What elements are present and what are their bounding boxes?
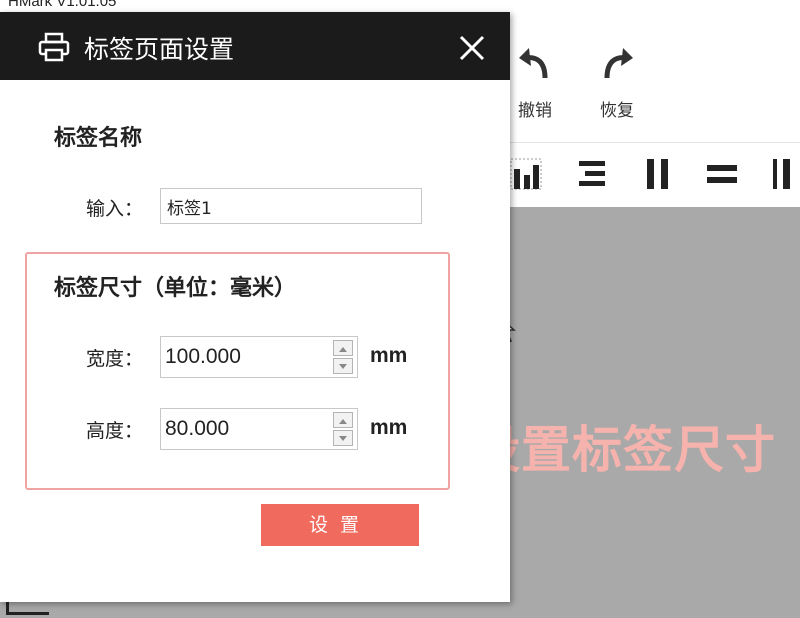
overlay-caption: 设置标签尺寸 (470, 421, 776, 479)
undo-label: 撤销 (518, 101, 552, 121)
label-size-heading: 标签尺寸（单位：毫米） (54, 276, 297, 301)
height-decrement-button[interactable] (333, 430, 353, 446)
height-input[interactable] (161, 409, 329, 449)
width-input[interactable] (161, 337, 329, 377)
triangle-down-icon (339, 364, 347, 369)
align-bottom-icon[interactable] (509, 157, 543, 191)
printer-icon (38, 32, 70, 62)
set-button[interactable]: 设置 (261, 504, 419, 546)
redo-button[interactable]: 恢复 (587, 44, 647, 121)
canvas-strip (0, 600, 505, 618)
triangle-down-icon (339, 436, 347, 441)
distribute-horizontal-icon[interactable] (641, 157, 675, 191)
height-spin-buttons (333, 412, 353, 446)
redo-label: 恢复 (600, 101, 634, 121)
label-name-heading: 标签名称 (54, 126, 143, 151)
triangle-up-icon (339, 347, 347, 352)
label-name-input[interactable] (160, 188, 422, 224)
distribute-vertical-icon[interactable] (705, 157, 739, 191)
width-spin-buttons (333, 340, 353, 374)
width-label: 宽度： (86, 348, 144, 370)
undo-arrow-icon (519, 48, 548, 79)
width-decrement-button[interactable] (333, 358, 353, 374)
app-title: HMark V1.01.05 (8, 0, 117, 10)
label-page-settings-dialog: 标签页面设置 标签名称 输入： 标签尺寸（单位：毫米） 宽度： mm 高度： (0, 12, 510, 602)
alignment-toolbar (505, 145, 800, 207)
height-increment-button[interactable] (333, 412, 353, 428)
dialog-header: 标签页面设置 (0, 12, 510, 80)
undo-button[interactable]: 撤销 (505, 44, 565, 121)
close-icon[interactable] (456, 32, 488, 64)
width-stepper[interactable] (160, 336, 358, 378)
height-stepper[interactable] (160, 408, 358, 450)
height-label: 高度： (86, 420, 144, 442)
dialog-header-edge (0, 12, 28, 80)
dialog-title: 标签页面设置 (84, 35, 235, 64)
name-input-label: 输入： (86, 198, 144, 220)
app-toolbar: 撤销 恢复 (505, 14, 800, 143)
redo-arrow-icon (604, 48, 633, 79)
equal-width-icon[interactable] (769, 157, 800, 191)
align-center-icon[interactable] (575, 157, 609, 191)
height-unit: mm (370, 416, 408, 439)
triangle-up-icon (339, 419, 347, 424)
width-unit: mm (370, 344, 408, 367)
width-increment-button[interactable] (333, 340, 353, 356)
